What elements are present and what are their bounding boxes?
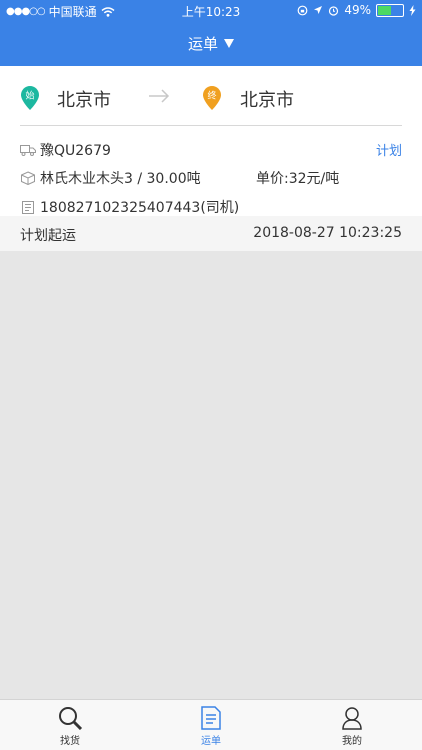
status-bar: ●●●○○ 中国联通 上午10:23 49% bbox=[0, 0, 422, 22]
battery-icon bbox=[376, 3, 404, 17]
waybill-card[interactable]: 始 北京市 终 北京市 豫QU2679 计划 林氏木业木头3 / 30.00吨 … bbox=[0, 66, 422, 251]
end-city: 北京市 bbox=[240, 90, 294, 111]
clipboard-icon bbox=[22, 201, 34, 214]
plate-row: 豫QU2679 bbox=[20, 140, 111, 160]
start-badge: 始 bbox=[25, 90, 34, 102]
triangle-down-icon bbox=[224, 39, 234, 48]
route-row: 始 北京市 终 北京市 bbox=[0, 66, 422, 126]
search-icon bbox=[59, 707, 83, 730]
document-icon bbox=[201, 706, 221, 730]
battery-level bbox=[378, 5, 391, 15]
end-badge: 终 bbox=[207, 90, 216, 102]
driver-id: 180827102325407443(司机) bbox=[40, 200, 240, 216]
tab-label: 运单 bbox=[201, 736, 221, 747]
cargo-info: 林氏木业木头3 / 30.00吨 bbox=[40, 171, 201, 187]
tab-label: 我的 bbox=[342, 736, 362, 747]
tab-waybill[interactable]: 运单 bbox=[141, 700, 281, 750]
tab-label: 找货 bbox=[60, 736, 80, 747]
charging-icon bbox=[409, 4, 416, 16]
status-label: 计划起运 bbox=[20, 228, 76, 244]
plate-number: 豫QU2679 bbox=[40, 143, 111, 159]
battery-percent: 49% bbox=[344, 3, 371, 17]
tab-bar: 找货 运单 我的 bbox=[0, 699, 422, 750]
status-row: 计划起运 2018-08-27 10:23:25 bbox=[0, 216, 422, 251]
start-city: 北京市 bbox=[57, 90, 111, 111]
start-pin-icon: 始 bbox=[21, 86, 39, 110]
plan-status-link[interactable]: 计划 bbox=[376, 140, 402, 159]
tab-find-goods[interactable]: 找货 bbox=[0, 700, 140, 750]
nav-title-dropdown[interactable]: 运单 bbox=[0, 33, 422, 54]
driver-row: 180827102325407443(司机) bbox=[20, 197, 239, 217]
nav-title: 运单 bbox=[187, 35, 218, 53]
location-icon bbox=[314, 6, 323, 14]
alarm-icon bbox=[329, 5, 339, 16]
user-icon bbox=[342, 707, 362, 730]
box-icon bbox=[21, 171, 35, 185]
unit-price: 单价:32元/吨 bbox=[256, 171, 340, 187]
end-pin-icon: 终 bbox=[203, 86, 221, 110]
rotation-lock-icon bbox=[297, 5, 308, 15]
divider bbox=[20, 125, 402, 126]
truck-icon bbox=[20, 145, 36, 156]
cargo-row: 林氏木业木头3 / 30.00吨 bbox=[20, 168, 201, 188]
status-datetime: 2018-08-27 10:23:25 bbox=[253, 225, 402, 241]
tab-mine[interactable]: 我的 bbox=[282, 700, 422, 750]
arrow-right-icon bbox=[149, 89, 170, 103]
top-header: ●●●○○ 中国联通 上午10:23 49% 运单 bbox=[0, 0, 422, 66]
